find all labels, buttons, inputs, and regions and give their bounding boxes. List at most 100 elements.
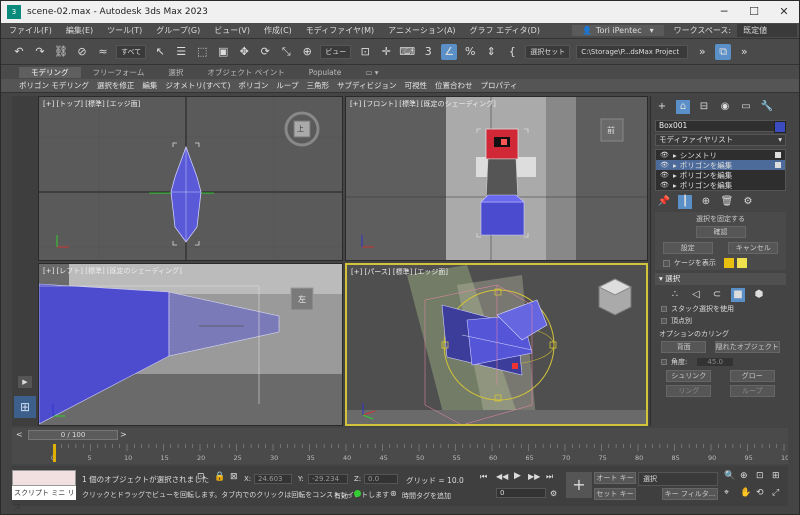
scale-icon[interactable]: ⤡ [278,44,294,60]
angle-spinner[interactable]: 45.0 [697,358,733,366]
viewport-label-front[interactable]: [+] [フロント] [標準] [既定のシェーディング] [350,99,496,109]
viewport-label-left[interactable]: [+] [レフト] [標準] [既定のシェーディング] [43,266,182,276]
play-icon[interactable]: ▶ [18,376,32,388]
configure-sets-icon[interactable]: ⚙ [741,195,755,209]
zoom-icon[interactable]: 🔍 [724,471,735,481]
commit-button[interactable]: 確認 [695,226,746,238]
current-frame-marker[interactable] [53,444,56,462]
eye-icon[interactable]: 👁 [660,171,670,179]
snap-3d-icon[interactable]: 3 [420,44,436,60]
tab-selection[interactable]: 選択 [156,67,195,78]
orbit-icon[interactable]: ⟲ [756,488,764,498]
workspace-dropdown[interactable]: 既定値 [737,24,798,37]
pivot-center-icon[interactable]: ⊡ [357,44,373,60]
move-icon[interactable]: ✥ [236,44,252,60]
modify-tab-icon[interactable]: ⌂ [676,100,690,114]
viewcube-front-label[interactable]: 前 [607,125,615,136]
create-tab-icon[interactable]: + [655,100,669,114]
select-object-icon[interactable]: ↖ [152,44,168,60]
cmd-polygons[interactable]: ポリゴン [238,80,268,91]
render-setup-icon[interactable]: ⧉ [715,43,732,60]
stack-item-edit-poly-3[interactable]: 👁 ▸ ポリゴンを編集 [656,180,785,190]
isolate-selection-icon[interactable]: ⊡ [197,472,205,482]
spinner-snap-icon[interactable]: ⇕ [483,44,499,60]
current-frame-field[interactable]: 0 [496,488,546,498]
checkbox-icon[interactable] [775,152,781,158]
viewport-front[interactable]: [+] [フロント] [標準] [既定のシェーディング] 前 [345,96,648,261]
goto-start-icon[interactable]: ⏮ [480,472,487,482]
maximize-button[interactable]: ☐ [739,1,769,23]
tab-freeform[interactable]: フリーフォーム [81,67,157,78]
fov-icon[interactable]: ⌖ [724,488,729,498]
element-icon[interactable]: ⬢ [752,288,766,302]
viewport-top[interactable]: [+] [トップ] [標準] [エッジ面] 上 [38,96,343,261]
menu-animation[interactable]: アニメーション(A) [388,25,455,36]
show-end-result-icon[interactable]: ┃ [678,195,692,209]
selection-rollout-header[interactable]: ▾ 選択 [655,273,786,285]
settings-button[interactable]: 設定 [662,242,713,254]
overflow-icon[interactable]: » [736,44,752,60]
cage-color-swatch-2[interactable] [736,258,747,268]
checkbox-icon[interactable] [661,359,667,365]
checkbox-icon[interactable] [775,162,781,168]
tab-object-paint[interactable]: オブジェクト ペイント [195,67,296,78]
minimize-button[interactable]: ─ [709,1,739,23]
menu-view[interactable]: ビュー(V) [214,25,250,36]
percent-snap-icon[interactable]: % [462,44,478,60]
add-time-tag-text[interactable]: 時間タグを追加 [402,491,451,501]
undo-icon[interactable]: ↶ [11,44,27,60]
remove-modifier-icon[interactable]: 🗑 [720,195,734,209]
cmd-loops[interactable]: ループ [276,80,298,91]
ribbon-options-icon[interactable]: ▭ ▾ [353,68,390,77]
x-coordinate-field[interactable]: 24.603 [254,474,292,484]
timeline-next-icon[interactable]: > [120,430,127,439]
user-account-button[interactable]: 👤 Tori iPentec ▾ [571,25,664,36]
link-icon[interactable]: ⛓ [53,44,69,60]
absolute-mode-icon[interactable]: ⊠ [230,472,238,482]
more-tools-icon[interactable]: » [694,44,710,60]
maxscript-mini-listener-field[interactable]: スクリプト ミニ リス [12,486,76,511]
hierarchy-tab-icon[interactable]: ⊟ [697,100,711,114]
cmd-properties[interactable]: プロパティ [480,80,517,91]
modifier-list-dropdown[interactable]: モディファイヤリスト ▾ [655,134,786,146]
key-filters-button[interactable]: キー フィルタ... [662,488,718,500]
zoom-extents-icon[interactable]: ⊡ [756,471,764,481]
maxscript-listener[interactable] [12,470,76,486]
select-by-name-icon[interactable]: ☰ [173,44,189,60]
play-animation-icon[interactable]: ▶ [514,471,521,481]
named-selection-set-dropdown[interactable]: 選択セット [525,44,571,59]
key-selection-dropdown[interactable]: 選択 [638,472,718,486]
vertex-icon[interactable]: ∴ [668,288,682,302]
hidden-objects-button[interactable]: 隠れたオブジェクト [714,341,780,353]
prev-frame-icon[interactable]: ◀◀ [496,472,508,481]
utilities-tab-icon[interactable]: 🔧 [760,100,774,114]
cage-color-swatch-1[interactable] [723,258,734,268]
set-key-mode-button[interactable]: セット キー [594,488,636,500]
viewcube-left-label[interactable]: 左 [298,294,306,305]
rect-selection-icon[interactable]: ⬚ [194,44,210,60]
goto-end-icon[interactable]: ⏭ [546,472,553,482]
angle-snap-icon[interactable]: ∠ [441,43,458,60]
z-coordinate-field[interactable]: 0.0 [364,474,398,484]
menu-modifiers[interactable]: モディファイヤ(M) [306,25,374,36]
cancel-button[interactable]: キャンセル [728,242,779,254]
menu-file[interactable]: ファイル(F) [9,25,52,36]
keyboard-shortcut-icon[interactable]: ⌨ [399,44,415,60]
pin-stack-icon[interactable]: 📌 [657,195,671,209]
timeline-prev-icon[interactable]: < [16,430,23,439]
auto-key-button[interactable]: オート キー [594,472,636,484]
set-key-icon[interactable]: + [566,472,592,498]
viewport-perspective[interactable]: [+] [パース] [標準] [エッジ面] [345,263,648,426]
object-name-field[interactable]: Box001 [655,120,786,132]
viewcube-top-label[interactable]: 上 [297,124,304,134]
cmd-geometry-all[interactable]: ジオメトリ(すべて) [165,80,230,91]
project-path-dropdown[interactable]: C:\Storage\P...dsMax Project [576,44,689,59]
menu-edit[interactable]: 編集(E) [66,25,93,36]
next-frame-icon[interactable]: ▶▶ [528,472,540,481]
rotate-icon[interactable]: ⟳ [257,44,273,60]
object-color-swatch[interactable] [774,121,786,133]
zoom-extents-all-icon[interactable]: ⊞ [772,471,780,481]
time-config-icon[interactable]: ⚙ [550,489,557,498]
grow-button[interactable]: グロー [729,370,775,382]
selection-lock-icon[interactable]: 🔒 [214,472,225,482]
